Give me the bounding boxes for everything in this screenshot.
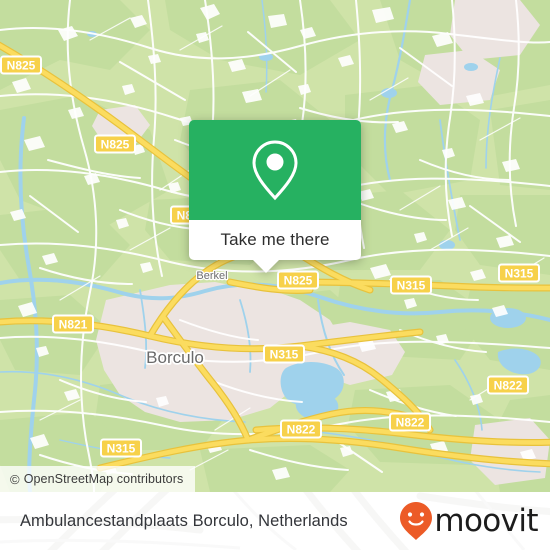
map-canvas[interactable]: BorculoBerkel N825N825N825N825N315N315N8…: [0, 0, 550, 492]
map-pin-icon: [252, 140, 298, 201]
road-shield: N315: [498, 263, 540, 283]
road-shield: N825: [94, 134, 136, 154]
callout-tail: [253, 260, 279, 273]
road-shield: N821: [52, 314, 94, 334]
moovit-logo: moovit: [399, 501, 539, 541]
road-shield: N315: [390, 275, 432, 295]
road-shield: N825: [277, 270, 319, 290]
attribution-text: OpenStreetMap contributors: [23, 472, 184, 486]
road-shield-label: N825: [101, 137, 130, 151]
map-screenshot: BorculoBerkel N825N825N825N825N315N315N8…: [0, 0, 550, 550]
road-shield: N822: [280, 419, 322, 439]
bottom-info-bar: Ambulancestandplaats Borculo, Netherland…: [0, 492, 550, 550]
road-shield-label: N822: [287, 422, 316, 436]
place-title: Ambulancestandplaats Borculo, Netherland…: [20, 511, 348, 530]
road-shield: N315: [263, 344, 305, 364]
road-shield: N315: [100, 438, 142, 458]
callout-button-label: Take me there: [220, 230, 330, 249]
copyright-icon: ©: [10, 471, 20, 487]
callout-button[interactable]: Take me there: [189, 220, 361, 260]
river-label: Berkel: [196, 270, 227, 282]
road-shield-label: N315: [270, 347, 299, 361]
road-shield: N822: [389, 412, 431, 432]
town-label: Borculo: [146, 348, 204, 367]
moovit-wordmark: moovit: [434, 503, 538, 539]
moovit-pin-smiley-icon: [400, 502, 433, 540]
osm-attribution: © OpenStreetMap contributors: [0, 466, 196, 492]
road-shield-label: N315: [505, 266, 534, 280]
take-me-there-callout[interactable]: Take me there: [189, 120, 361, 273]
road-shield: N822: [487, 375, 529, 395]
road-shield-label: N315: [397, 278, 426, 292]
road-shield-label: N315: [107, 441, 136, 455]
callout-pin-area: [189, 120, 361, 220]
road-shield-label: N825: [284, 273, 313, 287]
road-shield-label: N825: [7, 58, 36, 72]
road-shield-label: N822: [396, 415, 425, 429]
road-shield-label: N822: [494, 378, 523, 392]
road-shield: N825: [0, 55, 42, 75]
road-shield-label: N821: [59, 317, 88, 331]
